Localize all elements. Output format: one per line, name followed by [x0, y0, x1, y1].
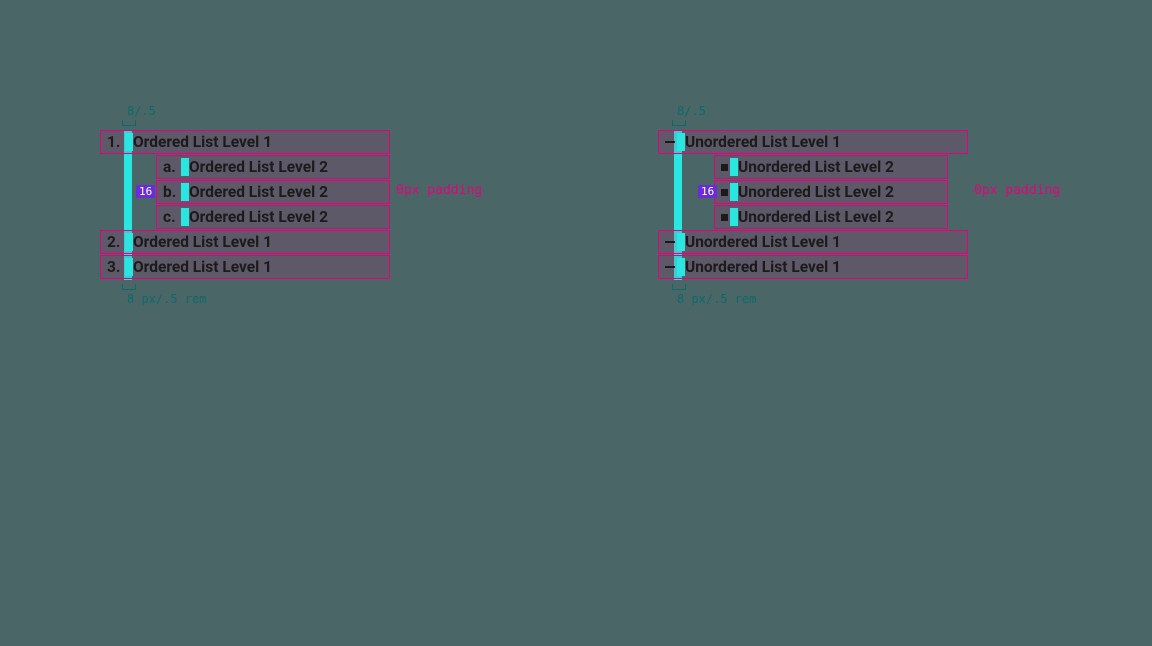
- spacing-gap-icon: [677, 133, 685, 151]
- list-marker: a.: [163, 156, 179, 178]
- spacing-label-bottom: 8 px/.5 rem: [127, 292, 206, 306]
- spacing-label-top: 8/.5: [677, 104, 706, 118]
- dash-bullet-icon: [665, 241, 675, 244]
- bracket-top-icon: [672, 120, 686, 126]
- indent-badge: 16: [698, 185, 717, 198]
- spacing-gap-icon: [730, 208, 738, 226]
- list-item: b. Ordered List Level 2: [156, 180, 390, 204]
- list-item-label: Unordered List Level 1: [685, 131, 841, 153]
- dash-bullet-icon: [665, 141, 675, 144]
- list-item: a. Ordered List Level 2: [156, 155, 390, 179]
- spacing-gap-icon: [730, 158, 738, 176]
- list-item-label: Ordered List Level 2: [189, 206, 328, 228]
- list-item-label: Ordered List Level 1: [133, 256, 272, 278]
- dash-bullet-icon: [665, 266, 675, 269]
- spacing-gap-icon: [125, 258, 133, 276]
- list-item: Unordered List Level 2: [714, 205, 948, 229]
- indent-badge: 16: [136, 185, 155, 198]
- list-item-label: Ordered List Level 1: [133, 231, 272, 253]
- list-item: 1. Ordered List Level 1: [100, 130, 390, 154]
- spacing-gap-icon: [125, 233, 133, 251]
- spacing-gap-icon: [181, 158, 189, 176]
- list-marker: 1.: [107, 131, 123, 153]
- list-item-label: Unordered List Level 2: [738, 206, 894, 228]
- list-item: Unordered List Level 1: [658, 130, 968, 154]
- padding-annotation: 0px padding: [974, 183, 1060, 198]
- list-item: c. Ordered List Level 2: [156, 205, 390, 229]
- list-item-label: Unordered List Level 2: [738, 156, 894, 178]
- bracket-top-icon: [122, 120, 136, 126]
- list-item: Unordered List Level 1: [658, 230, 968, 254]
- list-item-label: Ordered List Level 1: [133, 131, 272, 153]
- spacing-gap-icon: [125, 133, 133, 151]
- list-item: Unordered List Level 1: [658, 255, 968, 279]
- list-marker: 2.: [107, 231, 123, 253]
- list-marker: b.: [163, 181, 179, 203]
- list-item: 3. Ordered List Level 1: [100, 255, 390, 279]
- list-marker: 3.: [107, 256, 123, 278]
- unordered-list-spec: 8/.5 Unordered List Level 1 Unordered Li…: [658, 130, 968, 279]
- spacing-gap-icon: [677, 258, 685, 276]
- spacing-label-bottom: 8 px/.5 rem: [677, 292, 756, 306]
- spacing-gap-icon: [181, 183, 189, 201]
- padding-annotation: 0px padding: [396, 183, 482, 198]
- list-item-label: Unordered List Level 1: [685, 231, 841, 253]
- list-item-label: Ordered List Level 2: [189, 156, 328, 178]
- spacing-gap-icon: [181, 208, 189, 226]
- list-item-label: Unordered List Level 1: [685, 256, 841, 278]
- list-item: Unordered List Level 2: [714, 155, 948, 179]
- bracket-bottom-icon: [122, 284, 136, 290]
- list-item: 2. Ordered List Level 1: [100, 230, 390, 254]
- spacing-label-top: 8/.5: [127, 104, 156, 118]
- square-bullet-icon: [721, 214, 728, 221]
- list-item-label: Ordered List Level 2: [189, 181, 328, 203]
- list-item-label: Unordered List Level 2: [738, 181, 894, 203]
- square-bullet-icon: [721, 189, 728, 196]
- bracket-bottom-icon: [672, 284, 686, 290]
- spacing-gap-icon: [730, 183, 738, 201]
- square-bullet-icon: [721, 164, 728, 171]
- list-item: Unordered List Level 2: [714, 180, 948, 204]
- spacing-gap-icon: [677, 233, 685, 251]
- ordered-list-spec: 8/.5 1. Ordered List Level 1 a. Ordered …: [100, 130, 390, 279]
- list-marker: c.: [163, 206, 179, 228]
